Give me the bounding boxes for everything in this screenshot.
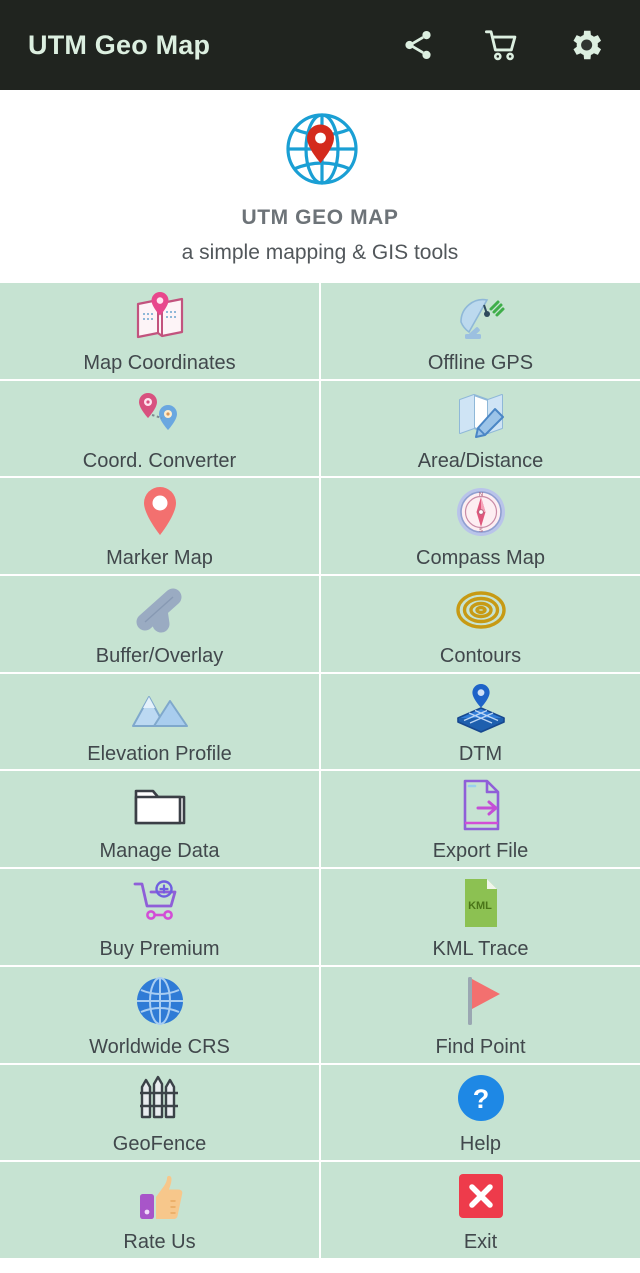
menu-item-label: Map Coordinates — [83, 351, 236, 374]
mountains-icon — [130, 680, 190, 736]
cart-icon — [484, 27, 520, 63]
menu-item-label: Coord. Converter — [82, 449, 237, 472]
menu-item-marker-map[interactable]: Marker Map — [0, 478, 319, 575]
folder-icon — [132, 777, 188, 833]
menu-item-label: Find Point — [435, 1035, 526, 1058]
page-title: UTM GEO MAP — [241, 206, 399, 229]
question-circle-icon: ? — [456, 1070, 506, 1126]
menu-item-help[interactable]: ? Help — [321, 1064, 640, 1161]
app-bar-actions — [396, 23, 618, 67]
kml-file-icon: KML — [459, 875, 503, 931]
buffer-shape-icon — [131, 582, 189, 638]
menu-item-manage-data[interactable]: Manage Data — [0, 771, 319, 868]
menu-item-buffer-overlay[interactable]: Buffer/Overlay — [0, 576, 319, 672]
svg-text:?: ? — [472, 1084, 489, 1114]
thumbs-up-icon — [135, 1168, 185, 1224]
menu-item-label: Contours — [439, 644, 522, 667]
contour-spiral-icon — [454, 582, 508, 638]
menu-item-label: Buffer/Overlay — [95, 644, 224, 667]
menu-item-label: Buy Premium — [99, 938, 220, 961]
two-pins-convert-icon — [130, 387, 190, 443]
menu-item-label: Worldwide CRS — [89, 1035, 230, 1058]
menu-item-coord-converter[interactable]: Coord. Converter — [0, 380, 319, 477]
menu-item-label: KML Trace — [432, 938, 529, 961]
app-bar: UTM Geo Map — [0, 0, 640, 90]
svg-text:S: S — [479, 528, 483, 534]
app-tagline: a simple mapping & GIS tools — [181, 241, 459, 264]
cart-plus-icon — [131, 875, 189, 931]
menu-item-elevation-profile[interactable]: Elevation Profile — [0, 673, 319, 770]
menu-item-compass-map[interactable]: N S Compass Map — [321, 478, 640, 575]
globe-pin-logo-icon — [272, 104, 368, 194]
file-export-icon — [456, 777, 506, 833]
menu-item-kml-trace[interactable]: KML KML Trace — [321, 869, 640, 965]
menu-item-rate-us[interactable]: Rate Us — [0, 1162, 319, 1258]
marker-pin-icon — [135, 484, 185, 540]
globe-icon — [134, 973, 186, 1029]
gear-icon — [567, 26, 605, 64]
menu-item-label: Export File — [432, 840, 529, 863]
svg-text:N: N — [479, 492, 483, 498]
menu-item-label: Rate Us — [123, 1231, 196, 1254]
menu-item-buy-premium[interactable]: Buy Premium — [0, 869, 319, 965]
menu-item-map-coordinates[interactable]: Map Coordinates — [0, 283, 319, 379]
menu-item-label: Compass Map — [416, 547, 545, 570]
app-logo — [272, 104, 368, 194]
menu-item-offline-gps[interactable]: Offline GPS — [321, 283, 640, 379]
menu-item-contours[interactable]: Contours — [321, 576, 640, 672]
compass-icon: N S — [455, 484, 507, 540]
share-icon — [401, 28, 435, 62]
menu-item-label: Offline GPS — [427, 351, 534, 374]
exit-x-icon — [457, 1168, 505, 1224]
settings-button[interactable] — [564, 23, 608, 67]
menu-item-label: Manage Data — [99, 840, 220, 863]
share-button[interactable] — [396, 23, 440, 67]
menu-item-label: GeoFence — [112, 1133, 207, 1156]
svg-text:KML: KML — [468, 900, 492, 912]
cart-button[interactable] — [480, 23, 524, 67]
menu-item-dtm[interactable]: DTM — [321, 673, 640, 770]
menu-item-label: Marker Map — [106, 547, 213, 570]
menu-item-exit[interactable]: Exit — [321, 1162, 640, 1258]
menu-item-area-distance[interactable]: Area/Distance — [321, 380, 640, 477]
menu-item-label: DTM — [458, 742, 503, 765]
menu-item-label: Help — [459, 1133, 502, 1156]
terrain-grid-pin-icon — [454, 680, 508, 736]
menu-item-worldwide-crs[interactable]: Worldwide CRS — [0, 966, 319, 1063]
menu-item-label: Exit — [463, 1231, 498, 1254]
menu-item-export-file[interactable]: Export File — [321, 771, 640, 868]
app-bar-title: UTM Geo Map — [28, 29, 211, 60]
menu-item-find-point[interactable]: Find Point — [321, 966, 640, 1063]
menu-item-geofence[interactable]: GeoFence — [0, 1064, 319, 1161]
flag-icon — [456, 973, 506, 1029]
menu-item-label: Area/Distance — [417, 449, 544, 472]
map-pencil-icon — [453, 387, 509, 443]
app-header: UTM GEO MAP a simple mapping & GIS tools — [0, 90, 640, 283]
satellite-dish-icon — [453, 289, 509, 345]
menu-grid: Map Coordinates Offline GPS Coord. Conve… — [0, 283, 640, 1258]
map-pin-book-icon — [132, 289, 188, 345]
fence-icon — [133, 1070, 187, 1126]
menu-item-label: Elevation Profile — [87, 742, 232, 765]
